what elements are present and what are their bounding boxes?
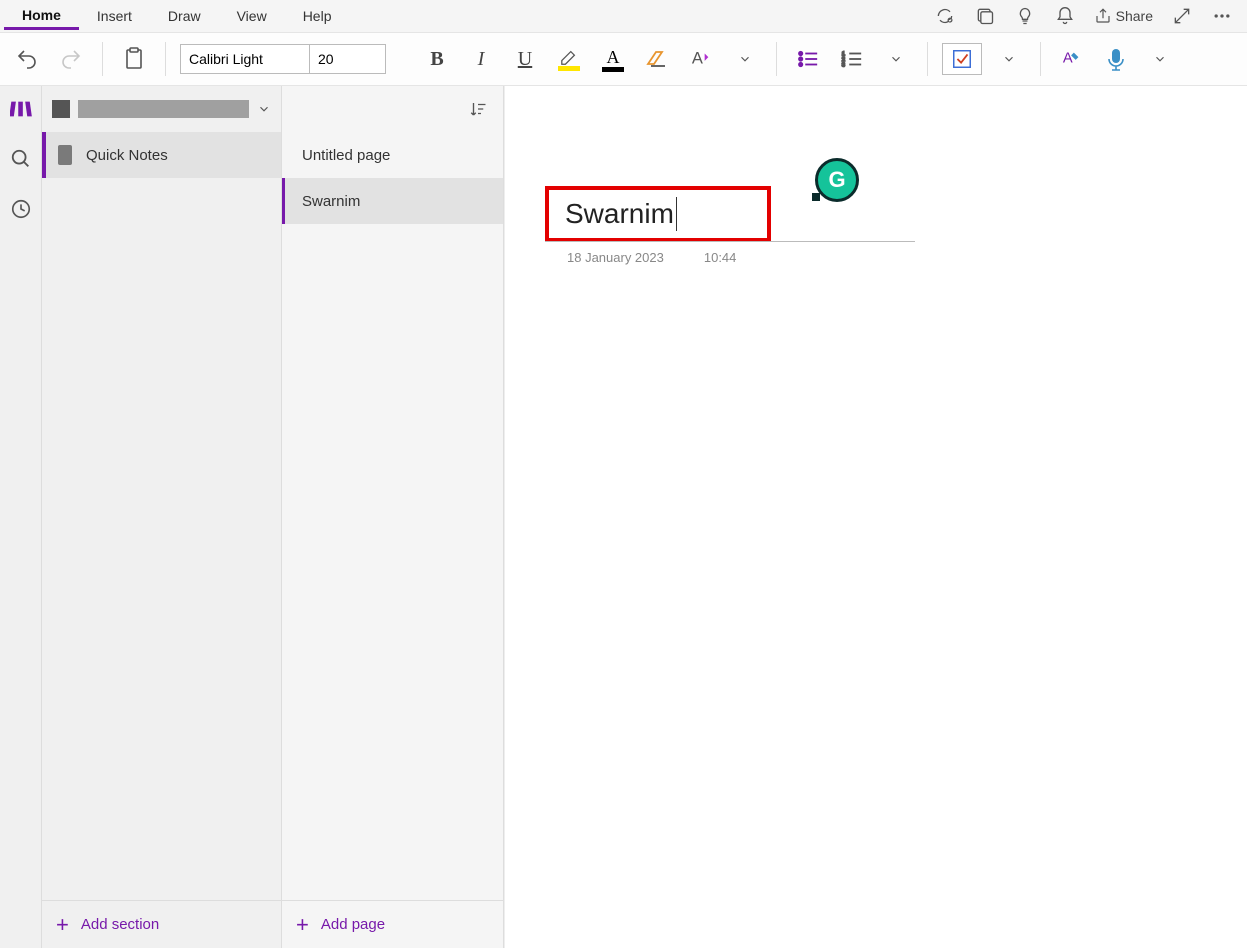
tag-dropdown[interactable] xyxy=(992,42,1026,76)
clear-formatting-button[interactable] xyxy=(640,42,674,76)
todo-tag-button[interactable] xyxy=(942,43,982,75)
page-label: Swarnim xyxy=(302,193,360,210)
chevron-down-icon xyxy=(257,102,271,116)
plus-icon: + xyxy=(296,912,309,938)
notebook-icon xyxy=(52,100,70,118)
titlebar-icons: Share xyxy=(934,5,1243,27)
search-icon[interactable] xyxy=(10,148,32,170)
svg-text:A: A xyxy=(692,50,703,68)
add-section-button[interactable]: + Add section xyxy=(42,900,281,948)
ribbon-more-dropdown[interactable] xyxy=(1143,42,1177,76)
pages-sort[interactable] xyxy=(282,86,503,132)
styles-button[interactable]: A xyxy=(684,42,718,76)
note-meta: 18 January 2023 10:44 xyxy=(567,250,736,265)
add-section-label: Add section xyxy=(81,916,159,933)
svg-text:3: 3 xyxy=(842,62,845,68)
notebook-name-redacted xyxy=(78,100,249,118)
page-item-swarnim[interactable]: Swarnim xyxy=(282,178,503,224)
main-area: Quick Notes + Add section Untitled page … xyxy=(0,86,1247,948)
sections-panel: Quick Notes + Add section xyxy=(42,86,282,948)
fullscreen-icon[interactable] xyxy=(1171,5,1193,27)
bullet-list-button[interactable] xyxy=(791,42,825,76)
add-page-label: Add page xyxy=(321,916,385,933)
section-icon xyxy=(58,145,72,165)
text-cursor xyxy=(676,197,677,231)
page-label: Untitled page xyxy=(302,147,390,164)
clipboard-button[interactable] xyxy=(117,42,151,76)
highlight-button[interactable] xyxy=(552,38,586,80)
add-page-button[interactable]: + Add page xyxy=(282,900,503,948)
title-underline xyxy=(545,241,915,242)
undo-button[interactable] xyxy=(10,42,44,76)
sync-icon[interactable] xyxy=(934,5,956,27)
left-rail xyxy=(0,86,42,948)
numbered-list-button[interactable]: 123 xyxy=(835,42,869,76)
menu-tab-insert[interactable]: Insert xyxy=(79,4,150,28)
font-size-input[interactable] xyxy=(310,44,386,74)
note-title-input[interactable]: Swarnim xyxy=(545,186,771,242)
page-item-untitled[interactable]: Untitled page xyxy=(282,132,503,178)
notebooks-icon[interactable] xyxy=(10,98,32,120)
share-button[interactable]: Share xyxy=(1094,5,1153,27)
menu-tab-view[interactable]: View xyxy=(219,4,285,28)
plus-icon: + xyxy=(56,912,69,938)
share-label: Share xyxy=(1116,8,1153,24)
menu-tab-help[interactable]: Help xyxy=(285,4,350,28)
more-icon[interactable] xyxy=(1211,5,1233,27)
list-dropdown[interactable] xyxy=(879,42,913,76)
ink-button[interactable]: A xyxy=(1055,42,1089,76)
lightbulb-icon[interactable] xyxy=(1014,5,1036,27)
menu-bar: Home Insert Draw View Help Share xyxy=(0,0,1247,32)
note-canvas[interactable]: G Swarnim 18 January 2023 10:44 xyxy=(504,86,1247,948)
feed-icon[interactable] xyxy=(974,5,996,27)
styles-dropdown[interactable] xyxy=(728,42,762,76)
ribbon-toolbar: B I U A A 123 A xyxy=(0,32,1247,86)
note-date: 18 January 2023 xyxy=(567,250,664,265)
bell-icon[interactable] xyxy=(1054,5,1076,27)
pages-panel: Untitled page Swarnim + Add page xyxy=(282,86,504,948)
grammarly-icon[interactable]: G xyxy=(815,158,859,202)
font-color-button[interactable]: A xyxy=(596,38,630,80)
underline-button[interactable]: U xyxy=(508,42,542,76)
section-label: Quick Notes xyxy=(86,147,168,164)
italic-button[interactable]: I xyxy=(464,42,498,76)
section-item-quick-notes[interactable]: Quick Notes xyxy=(42,132,281,178)
bold-button[interactable]: B xyxy=(420,42,454,76)
menu-tab-home[interactable]: Home xyxy=(4,3,79,30)
redo-button[interactable] xyxy=(54,42,88,76)
menu-tab-draw[interactable]: Draw xyxy=(150,4,219,28)
font-name-input[interactable] xyxy=(180,44,310,74)
recent-icon[interactable] xyxy=(10,198,32,220)
note-time: 10:44 xyxy=(704,250,737,265)
svg-text:A: A xyxy=(1063,51,1073,67)
dictate-button[interactable] xyxy=(1099,42,1133,76)
notebook-selector[interactable] xyxy=(42,86,281,132)
note-title-text: Swarnim xyxy=(565,198,674,230)
